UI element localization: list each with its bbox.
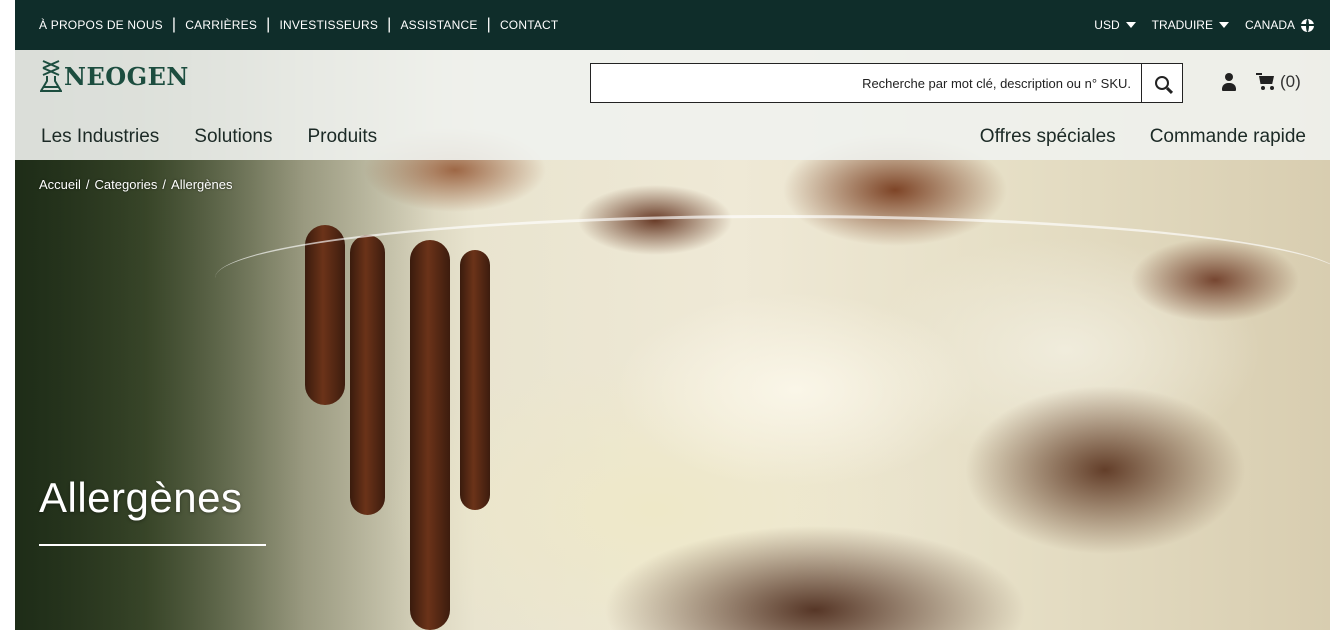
- account-icon[interactable]: [1221, 73, 1237, 93]
- utility-link-contact[interactable]: CONTACT: [500, 18, 559, 32]
- utility-controls: USD TRADUIRE CANADA: [1094, 0, 1314, 50]
- utility-link-investors[interactable]: INVESTISSEURS: [279, 18, 378, 32]
- translate-selector[interactable]: TRADUIRE: [1152, 18, 1229, 32]
- divider: |: [266, 16, 271, 33]
- cart-icon: [1256, 73, 1276, 91]
- breadcrumb-categories[interactable]: Categories: [95, 177, 158, 192]
- chocolate-drip: [460, 250, 490, 510]
- nav-special-offers[interactable]: Offres spéciales: [980, 126, 1116, 148]
- search-input[interactable]: [591, 64, 1141, 102]
- site-frame: À PROPOS DE NOUS | CARRIÈRES | INVESTISS…: [15, 0, 1330, 630]
- currency-label: USD: [1094, 18, 1120, 32]
- site-header: NEOGEN (0) Les Industries Solut: [15, 50, 1330, 160]
- utility-links: À PROPOS DE NOUS | CARRIÈRES | INVESTISS…: [39, 0, 558, 50]
- nav-industries[interactable]: Les Industries: [41, 126, 159, 148]
- secondary-nav: Offres spéciales Commande rapide: [980, 126, 1306, 148]
- globe-icon: [1301, 18, 1314, 32]
- logo-text: NEOGEN: [64, 61, 189, 91]
- title-underline: [39, 544, 266, 546]
- breadcrumb-separator: /: [162, 177, 167, 192]
- divider: |: [486, 16, 491, 33]
- currency-selector[interactable]: USD: [1094, 18, 1136, 32]
- flask-logo-icon: [40, 60, 62, 92]
- breadcrumb-current: Allergènes: [171, 177, 233, 192]
- page-title: Allergènes: [39, 474, 243, 521]
- utility-bar: À PROPOS DE NOUS | CARRIÈRES | INVESTISS…: [15, 0, 1330, 50]
- logo[interactable]: NEOGEN: [40, 56, 189, 96]
- nav-quick-order[interactable]: Commande rapide: [1150, 126, 1306, 148]
- breadcrumb-home[interactable]: Accueil: [39, 177, 81, 192]
- caret-down-icon: [1218, 22, 1229, 28]
- utility-link-careers[interactable]: CARRIÈRES: [185, 18, 257, 32]
- divider: |: [387, 16, 392, 33]
- nav-products[interactable]: Produits: [307, 126, 377, 148]
- utility-link-about[interactable]: À PROPOS DE NOUS: [39, 18, 163, 32]
- cart-button[interactable]: (0): [1256, 72, 1301, 92]
- page: À PROPOS DE NOUS | CARRIÈRES | INVESTISS…: [0, 0, 1332, 630]
- main-nav: Les Industries Solutions Produits: [41, 126, 377, 148]
- search-icon: [1155, 76, 1169, 90]
- nav-solutions[interactable]: Solutions: [194, 126, 272, 148]
- region-label: CANADA: [1244, 18, 1295, 32]
- cart-count: (0): [1280, 72, 1301, 91]
- chocolate-drip: [410, 240, 450, 630]
- search-bar: [590, 63, 1183, 103]
- breadcrumb: Accueil / Categories / Allergènes: [39, 177, 232, 192]
- search-button[interactable]: [1141, 64, 1182, 102]
- divider: |: [171, 16, 177, 33]
- caret-down-icon: [1125, 22, 1136, 28]
- region-selector[interactable]: CANADA: [1245, 18, 1314, 32]
- utility-link-support[interactable]: ASSISTANCE: [400, 18, 477, 32]
- breadcrumb-separator: /: [85, 177, 90, 192]
- translate-label: TRADUIRE: [1151, 18, 1213, 32]
- account-icon-head: [1225, 73, 1233, 81]
- account-icon-body: [1222, 83, 1236, 91]
